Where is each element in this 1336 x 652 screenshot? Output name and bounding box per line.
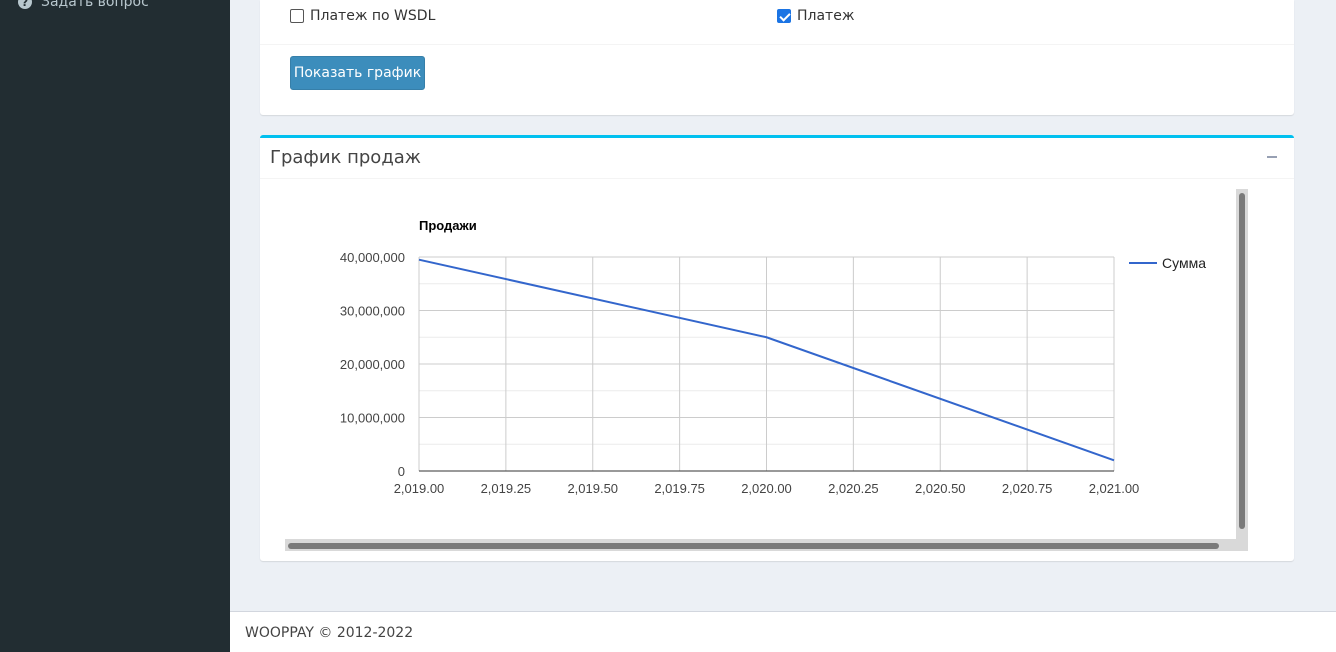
- sales-chart-box: График продаж 0 10,000,000 20,000,000 30,00…: [260, 135, 1294, 561]
- sales-chart: 0 10,000,000 20,000,000 30,000,000 40,000,00…: [340, 218, 1206, 496]
- y-tick-label: 20,000,000: [340, 357, 405, 372]
- payment-checkbox-row[interactable]: Платеж: [777, 6, 854, 26]
- x-tick-label: 2,020.50: [915, 481, 966, 496]
- payment-checkbox[interactable]: [777, 9, 791, 23]
- legend: Сумма: [1129, 255, 1206, 271]
- x-tick-label: 2,020.00: [741, 481, 792, 496]
- horizontal-scrollbar[interactable]: [285, 539, 1236, 551]
- y-tick-label: 30,000,000: [340, 304, 405, 319]
- chart-title: Продажи: [419, 218, 477, 233]
- vertical-scrollbar-thumb[interactable]: [1239, 193, 1245, 529]
- y-tick-label: 40,000,000: [340, 250, 405, 265]
- wsdl-payment-label: Платеж по WSDL: [310, 8, 436, 24]
- filter-box: Платеж по WSDL Платеж Показать график: [260, 0, 1294, 115]
- box-header: График продаж: [260, 138, 1294, 179]
- x-tick-label: 2,019.25: [481, 481, 532, 496]
- show-chart-button[interactable]: Показать график: [290, 56, 425, 90]
- footer-copyright: WOOPPAY © 2012-2022: [245, 625, 414, 641]
- wsdl-payment-checkbox[interactable]: [290, 9, 304, 23]
- main-content: Платеж по WSDL Платеж Показать график Гр…: [230, 0, 1336, 611]
- x-tick-label: 2,021.00: [1089, 481, 1140, 496]
- question-circle-icon: ?: [18, 0, 32, 9]
- scroll-corner: [1236, 539, 1248, 551]
- x-tick-label: 2,020.25: [828, 481, 879, 496]
- divider: [260, 44, 1294, 45]
- horizontal-scrollbar-thumb[interactable]: [288, 543, 1219, 549]
- payment-label: Платеж: [797, 8, 855, 24]
- legend-label: Сумма: [1162, 255, 1206, 271]
- x-tick-label: 2,019.75: [654, 481, 705, 496]
- minus-icon[interactable]: [1264, 146, 1280, 166]
- footer: WOOPPAY © 2012-2022: [230, 611, 1336, 652]
- y-tick-label: 0: [398, 464, 405, 479]
- sidebar-item-label: Задать вопрос: [41, 0, 149, 10]
- x-tick-label: 2,019.50: [567, 481, 618, 496]
- wsdl-payment-checkbox-row[interactable]: Платеж по WSDL: [290, 6, 435, 26]
- sidebar-item-ask-question[interactable]: ? Задать вопрос: [18, 0, 149, 12]
- vertical-scrollbar[interactable]: [1236, 189, 1248, 551]
- x-tick-label: 2,019.00: [394, 481, 445, 496]
- y-tick-label: 10,000,000: [340, 411, 405, 426]
- x-tick-label: 2,020.75: [1002, 481, 1053, 496]
- chart-frame: 0 10,000,000 20,000,000 30,000,000 40,000,00…: [285, 189, 1248, 551]
- sidebar: ? Задать вопрос: [0, 0, 230, 652]
- box-title: График продаж: [270, 147, 422, 168]
